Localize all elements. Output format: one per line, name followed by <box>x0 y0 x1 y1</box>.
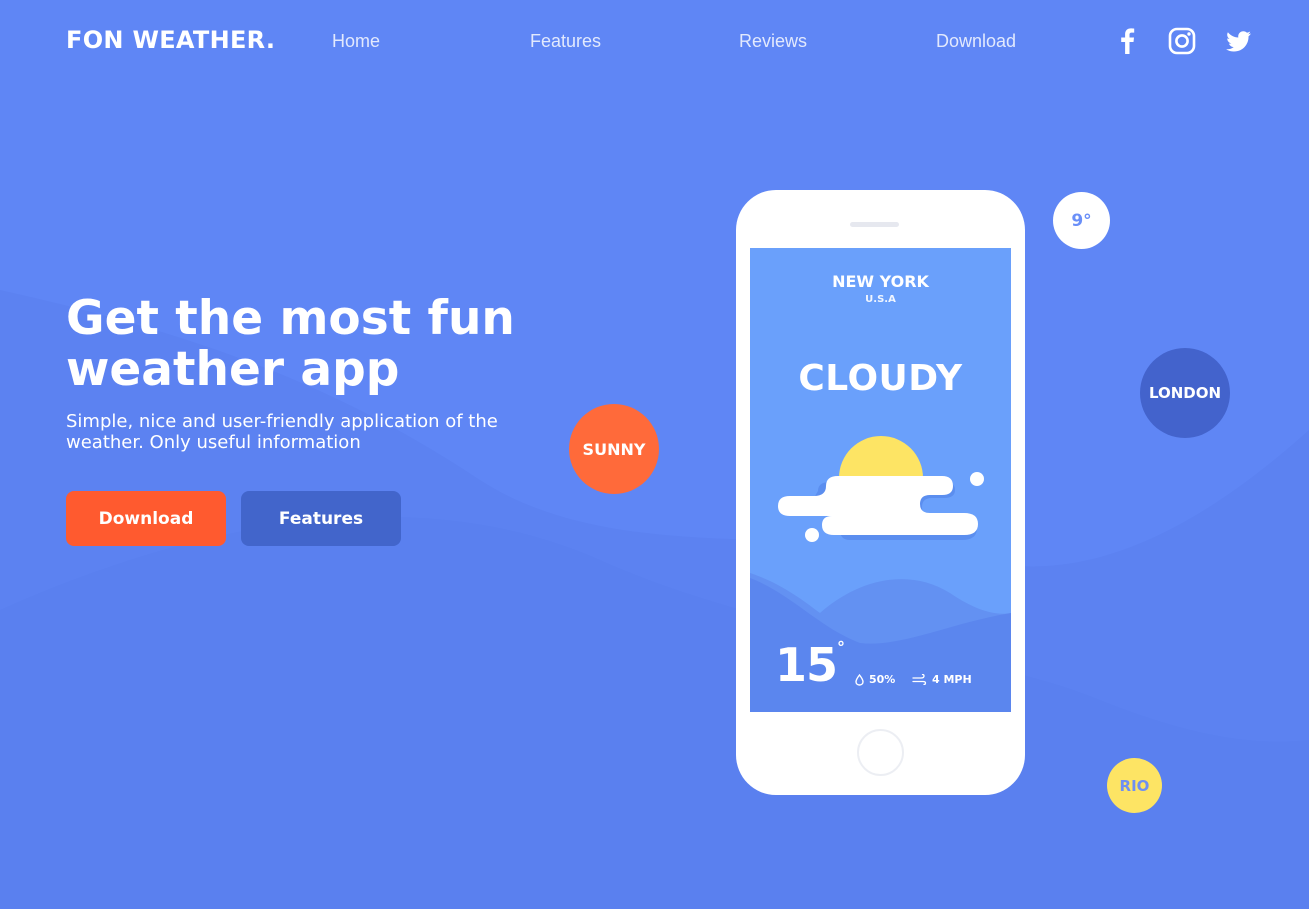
nav-features[interactable]: Features <box>530 31 601 52</box>
features-button[interactable]: Features <box>241 491 401 546</box>
temperature-bubble: 9° <box>1053 192 1110 249</box>
degree-symbol: ° <box>837 638 845 657</box>
temperature-value: 15 <box>775 638 838 692</box>
nav-reviews[interactable]: Reviews <box>739 31 807 52</box>
hero-subtitle: Simple, nice and user-friendly applicati… <box>66 411 498 453</box>
phone-screen: NEW YORK U.S.A CLOUDY 15 ° 50% 4 MPH <box>750 248 1011 712</box>
nav-home[interactable]: Home <box>332 31 380 52</box>
instagram-icon[interactable] <box>1167 26 1197 56</box>
hero-title: Get the most fun weather app <box>66 291 515 397</box>
facebook-icon[interactable] <box>1112 26 1142 56</box>
droplet-icon <box>855 673 864 686</box>
city-name: NEW YORK <box>832 272 929 291</box>
humidity: 50% <box>855 673 895 686</box>
london-bubble: LONDON <box>1140 348 1230 438</box>
phone-home-button <box>857 729 904 776</box>
sunny-bubble: SUNNY <box>569 404 659 494</box>
wind-icon <box>912 674 927 685</box>
download-button[interactable]: Download <box>66 491 226 546</box>
weather-condition: CLOUDY <box>798 358 963 399</box>
humidity-value: 50% <box>869 673 896 686</box>
phone-mockup: NEW YORK U.S.A CLOUDY 15 ° 50% 4 MPH <box>736 190 1025 795</box>
rio-bubble: RIO <box>1107 758 1162 813</box>
nav-download[interactable]: Download <box>936 31 1016 52</box>
twitter-icon[interactable] <box>1223 26 1253 56</box>
phone-speaker <box>850 222 899 227</box>
wind-value: 4 MPH <box>932 673 972 686</box>
country-name: U.S.A <box>865 294 896 305</box>
wind: 4 MPH <box>912 673 972 686</box>
logo[interactable]: FON WEATHER. <box>66 26 275 54</box>
